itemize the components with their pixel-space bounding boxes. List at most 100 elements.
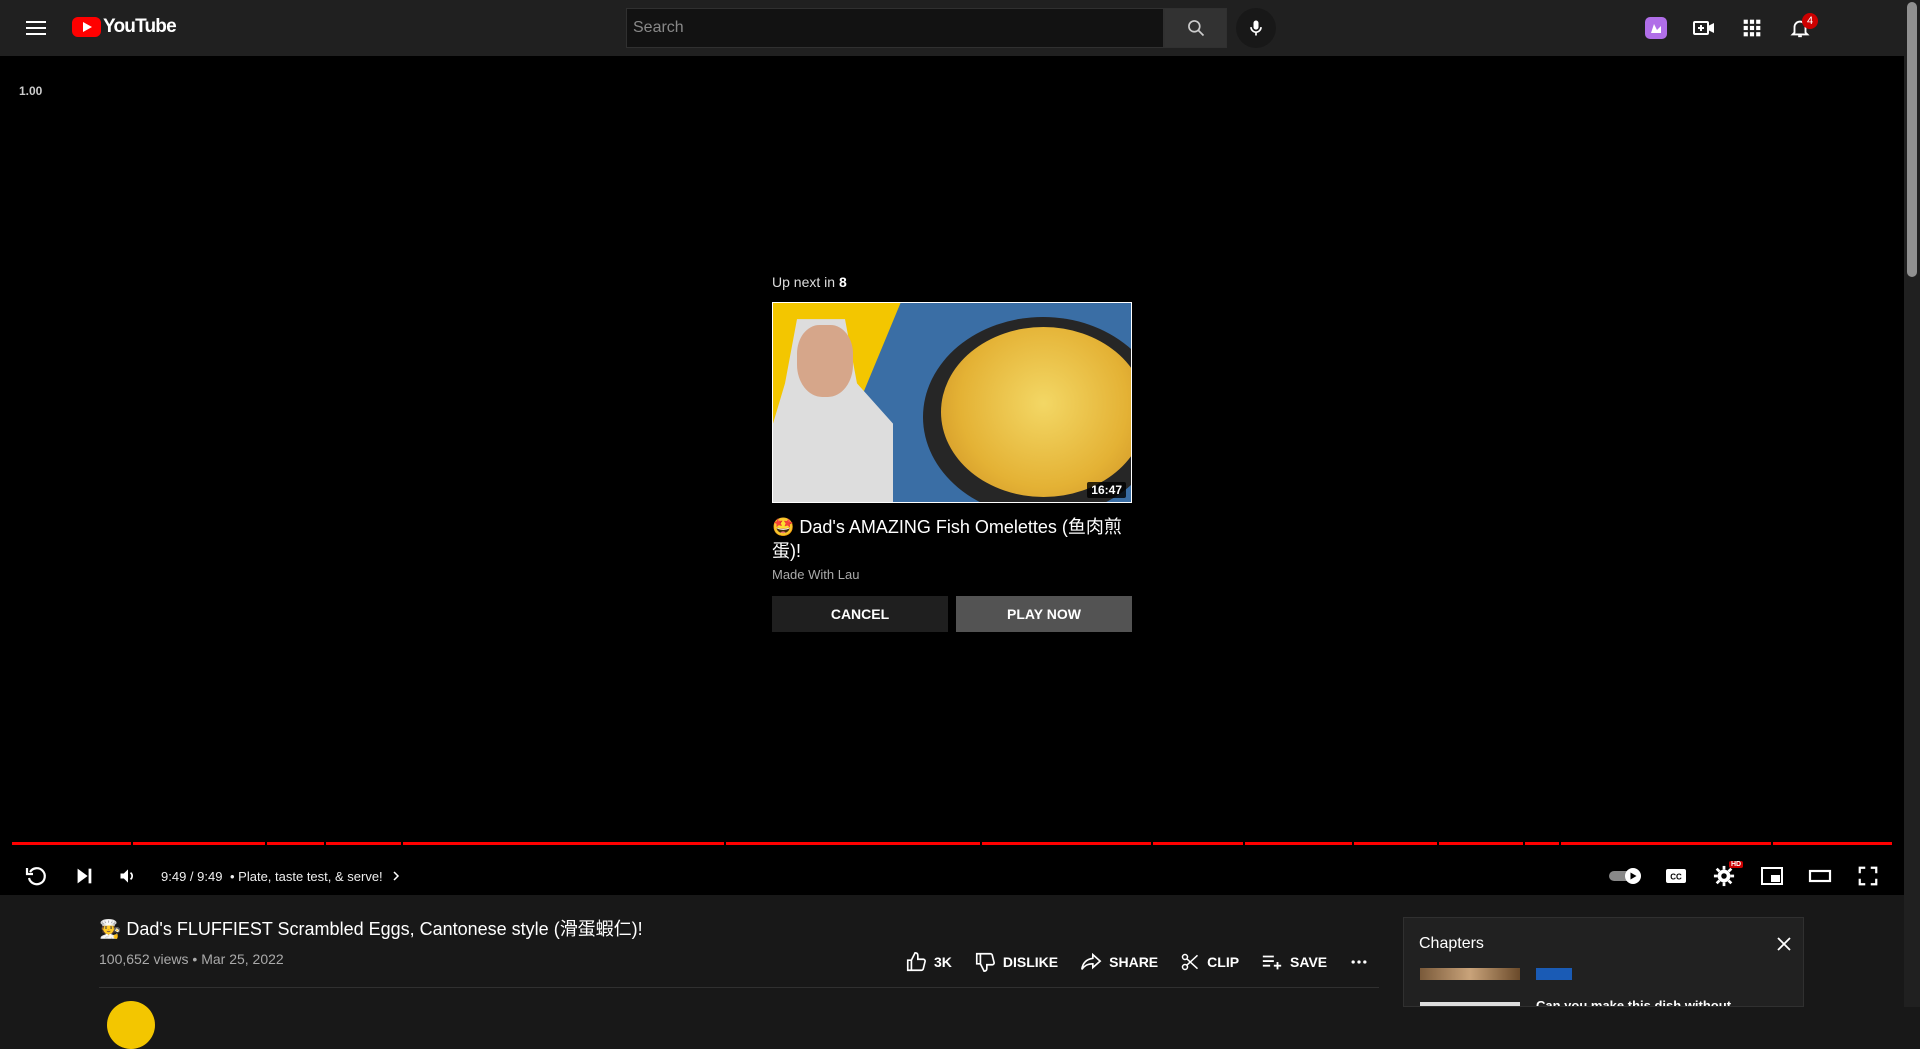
thumbs-up-icon — [906, 952, 926, 972]
chapter-segment[interactable] — [403, 842, 724, 845]
scrollbar-thumb[interactable] — [1907, 2, 1917, 277]
dislike-button[interactable]: DISLIKE — [974, 951, 1058, 973]
share-icon — [1081, 952, 1102, 970]
video-meta: 100,652 views • Mar 25, 2022 — [99, 951, 284, 967]
video-title: 🧑‍🍳 Dad's FLUFFIEST Scrambled Eggs, Cant… — [99, 919, 643, 939]
upload-date: Mar 25, 2022 — [201, 951, 284, 967]
save-button[interactable]: SAVE — [1261, 951, 1327, 973]
autoplay-toggle-icon — [1609, 868, 1641, 884]
chapter-segment[interactable] — [133, 842, 265, 845]
up-next-channel: Made With Lau — [772, 567, 860, 582]
clip-button[interactable]: CLIP — [1180, 952, 1239, 972]
chapter-segment[interactable] — [1525, 842, 1559, 845]
gear-icon — [1713, 865, 1735, 887]
masthead: YouTube 4 — [0, 0, 1904, 56]
chapter-thumbnail[interactable] — [1420, 1002, 1520, 1006]
skip-next-icon — [77, 868, 92, 884]
playback-speed-indicator: 1.00 — [19, 84, 43, 98]
fullscreen-button[interactable] — [1856, 864, 1880, 888]
cancel-autoplay-button[interactable]: CANCEL — [772, 596, 948, 632]
meta-separator: • — [192, 951, 202, 967]
apps-button[interactable] — [1740, 16, 1764, 40]
menu-icon[interactable] — [24, 17, 48, 39]
close-icon — [1777, 937, 1791, 951]
search-box — [626, 8, 1164, 48]
thumbnail-person-face — [797, 325, 853, 397]
chevron-right-icon — [393, 871, 400, 881]
up-next-label: Up next in 8 — [772, 274, 847, 290]
miniplayer-icon — [1761, 867, 1783, 885]
page-scrollbar[interactable] — [1904, 0, 1920, 1007]
voice-search-button[interactable] — [1236, 8, 1276, 48]
chapter-thumbnail[interactable] — [1420, 968, 1520, 980]
svg-text:CC: CC — [1670, 873, 1682, 882]
youtube-play-icon — [72, 17, 101, 37]
countdown: 8 — [838, 274, 847, 290]
create-video-button[interactable] — [1692, 16, 1716, 40]
theater-mode-icon — [1808, 869, 1832, 883]
fullscreen-icon — [1858, 866, 1878, 886]
playlist-add-icon — [1262, 955, 1282, 970]
next-video-button[interactable] — [72, 864, 96, 888]
more-horizontal-icon — [1351, 960, 1367, 964]
chapter-segment[interactable] — [726, 842, 980, 845]
search-input[interactable] — [627, 9, 1163, 47]
chapter-segment[interactable] — [1561, 842, 1771, 845]
chapter-segment[interactable] — [1245, 842, 1352, 845]
player-controls: 9:49 / 9:49 • Plate, taste test, & serve… — [0, 852, 1904, 900]
chapters-panel-title: Chapters — [1419, 935, 1484, 952]
channel-avatar[interactable] — [107, 1001, 155, 1049]
share-button[interactable]: SHARE — [1080, 951, 1158, 973]
search-button[interactable] — [1164, 8, 1227, 48]
scissors-icon — [1181, 953, 1199, 971]
chapter-segment[interactable] — [1773, 842, 1892, 845]
chapter-segment[interactable] — [1153, 842, 1243, 845]
mute-button[interactable] — [116, 864, 140, 888]
video-duration: 16:47 — [1087, 482, 1126, 498]
video-actions: 3K DISLIKE SHARE CLIP SAVE — [905, 950, 1391, 974]
youtube-create-app-button[interactable] — [1644, 16, 1668, 40]
apps-grid-icon — [1743, 19, 1761, 37]
like-button[interactable]: 3K — [905, 951, 952, 973]
chapter-segment[interactable] — [12, 842, 131, 845]
theater-mode-button[interactable] — [1808, 864, 1832, 888]
play-now-button[interactable]: PLAY NOW — [956, 596, 1132, 632]
create-app-icon — [1645, 17, 1667, 39]
chapters-panel: Chapters Can you make this dish without — [1403, 917, 1804, 1007]
video-camera-plus-icon — [1693, 21, 1714, 35]
autoplay-toggle[interactable] — [1608, 864, 1644, 888]
chapter-item-title[interactable]: Can you make this dish without — [1536, 998, 1731, 1006]
volume-icon — [120, 869, 133, 883]
youtube-logo[interactable]: YouTube — [72, 16, 177, 38]
view-count: 100,652 views — [99, 951, 189, 967]
dislike-label: DISLIKE — [1002, 954, 1059, 970]
notification-badge: 4 — [1802, 13, 1818, 29]
chapter-segment[interactable] — [1439, 842, 1523, 845]
current-chapter-button[interactable]: • Plate, taste test, & serve! — [230, 869, 402, 884]
up-next-title[interactable]: 🤩 Dad's AMAZING Fish Omelettes (鱼肉煎蛋)! — [772, 515, 1132, 563]
time-display: 9:49 / 9:49 — [161, 869, 223, 884]
chapter-segment[interactable] — [267, 842, 324, 845]
chapter-segment[interactable] — [326, 842, 401, 845]
thumbs-down-icon — [975, 952, 995, 972]
chapter-title: • Plate, taste test, & serve! — [230, 869, 383, 884]
logo-text: YouTube — [103, 16, 177, 37]
chapter-segment[interactable] — [982, 842, 1151, 845]
clip-label: CLIP — [1207, 954, 1240, 970]
chapter-segment[interactable] — [1354, 842, 1437, 845]
thumbnail-omelette — [941, 327, 1131, 497]
video-player[interactable]: 1.00 Up next in 8 16:47 🤩 Dad's AMAZING … — [0, 56, 1904, 895]
close-chapters-button[interactable] — [1775, 935, 1793, 953]
more-actions-button[interactable] — [1349, 952, 1369, 972]
subtitles-button[interactable]: CC — [1664, 864, 1688, 888]
section-divider — [99, 987, 1379, 988]
miniplayer-button[interactable] — [1760, 864, 1784, 888]
hd-badge: HD — [1729, 861, 1744, 868]
autoplay-up-next-overlay: Up next in 8 16:47 🤩 Dad's AMAZING Fish … — [772, 274, 1132, 632]
replay-button[interactable] — [24, 864, 48, 888]
progress-bar[interactable] — [12, 842, 1892, 845]
save-label: SAVE — [1290, 954, 1328, 970]
closed-captions-icon: CC — [1666, 869, 1686, 883]
chapter-timestamp-badge — [1536, 968, 1572, 980]
up-next-thumbnail[interactable]: 16:47 — [772, 302, 1132, 503]
